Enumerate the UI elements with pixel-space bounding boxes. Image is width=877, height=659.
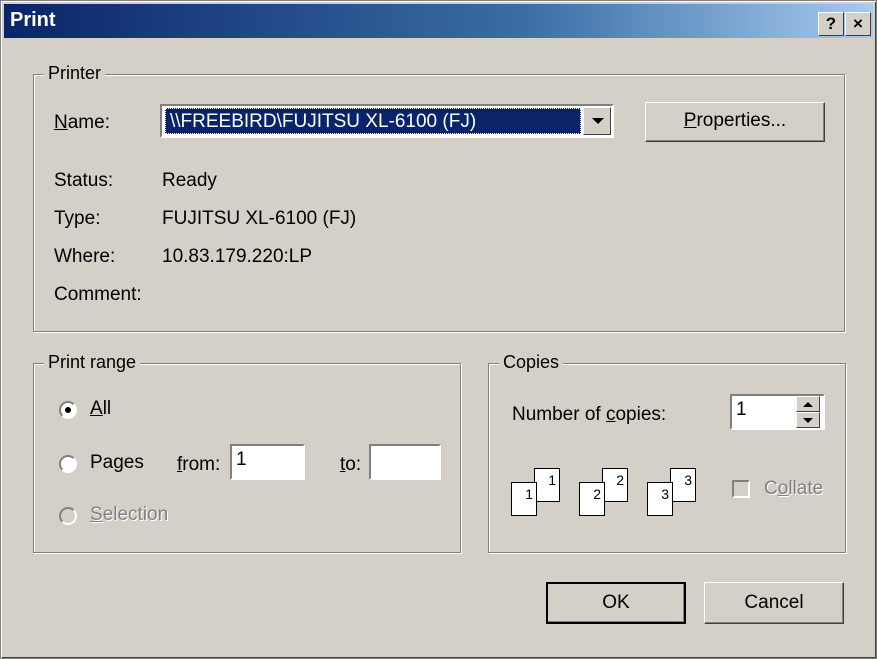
spin-down-icon[interactable] (796, 412, 820, 428)
cancel-button[interactable]: Cancel (704, 582, 844, 624)
close-button[interactable]: × (845, 12, 871, 36)
help-button[interactable]: ? (818, 12, 844, 36)
page-number: 3 (684, 472, 692, 488)
from-label: from: (177, 454, 221, 475)
type-value: FUJITSU XL-6100 (FJ) (162, 208, 357, 229)
collate-checkbox[interactable] (732, 480, 750, 498)
copies-group: Copies (488, 352, 846, 553)
collate-label[interactable]: Collate (764, 478, 823, 500)
page-number: 2 (616, 472, 624, 488)
where-value: 10.83.179.220:LP (162, 246, 313, 267)
copies-label: Copies (499, 352, 564, 373)
ok-button[interactable]: OK (546, 582, 686, 624)
page-number: 3 (661, 486, 669, 502)
selection-label[interactable]: Selection (90, 504, 168, 526)
selection-radio[interactable] (59, 507, 77, 525)
all-radio[interactable] (59, 401, 77, 419)
title-bar[interactable]: Print ? × (4, 4, 873, 38)
page-icon: 1 (534, 468, 560, 502)
from-input[interactable]: 1 (230, 444, 305, 480)
to-input[interactable] (369, 444, 441, 480)
pages-radio[interactable] (59, 455, 77, 473)
to-label: to: (340, 454, 362, 475)
copies-spinner[interactable] (796, 396, 820, 428)
page-number: 2 (593, 486, 601, 502)
pages-label[interactable]: Pages (90, 452, 144, 474)
page-number: 1 (548, 472, 556, 488)
printer-group-label: Printer (44, 63, 106, 84)
spin-up-icon[interactable] (796, 396, 820, 412)
page-icon: 3 (647, 482, 673, 516)
page-icon: 1 (511, 482, 537, 516)
printer-name-combo[interactable]: \\FREEBIRD\FUJITSU XL-6100 (FJ) (160, 104, 614, 138)
page-icon: 3 (670, 468, 696, 502)
dialog-title: Print (10, 9, 56, 31)
number-of-copies-label: Number of copies: (512, 404, 667, 425)
all-label[interactable]: All (90, 398, 111, 420)
printer-name-value: \\FREEBIRD\FUJITSU XL-6100 (FJ) (165, 108, 581, 134)
page-number: 1 (525, 486, 533, 502)
where-label: Where: (54, 246, 116, 267)
page-icon: 2 (579, 482, 605, 516)
status-label: Status: (54, 170, 114, 191)
status-value: Ready (162, 170, 217, 191)
comment-label: Comment: (54, 284, 142, 305)
type-label: Type: (54, 208, 101, 229)
page-icon: 2 (602, 468, 628, 502)
name-label: Name: (54, 112, 110, 133)
print-range-label: Print range (44, 352, 141, 373)
properties-button[interactable]: Properties... (645, 102, 825, 142)
dropdown-arrow-icon[interactable] (583, 107, 611, 135)
